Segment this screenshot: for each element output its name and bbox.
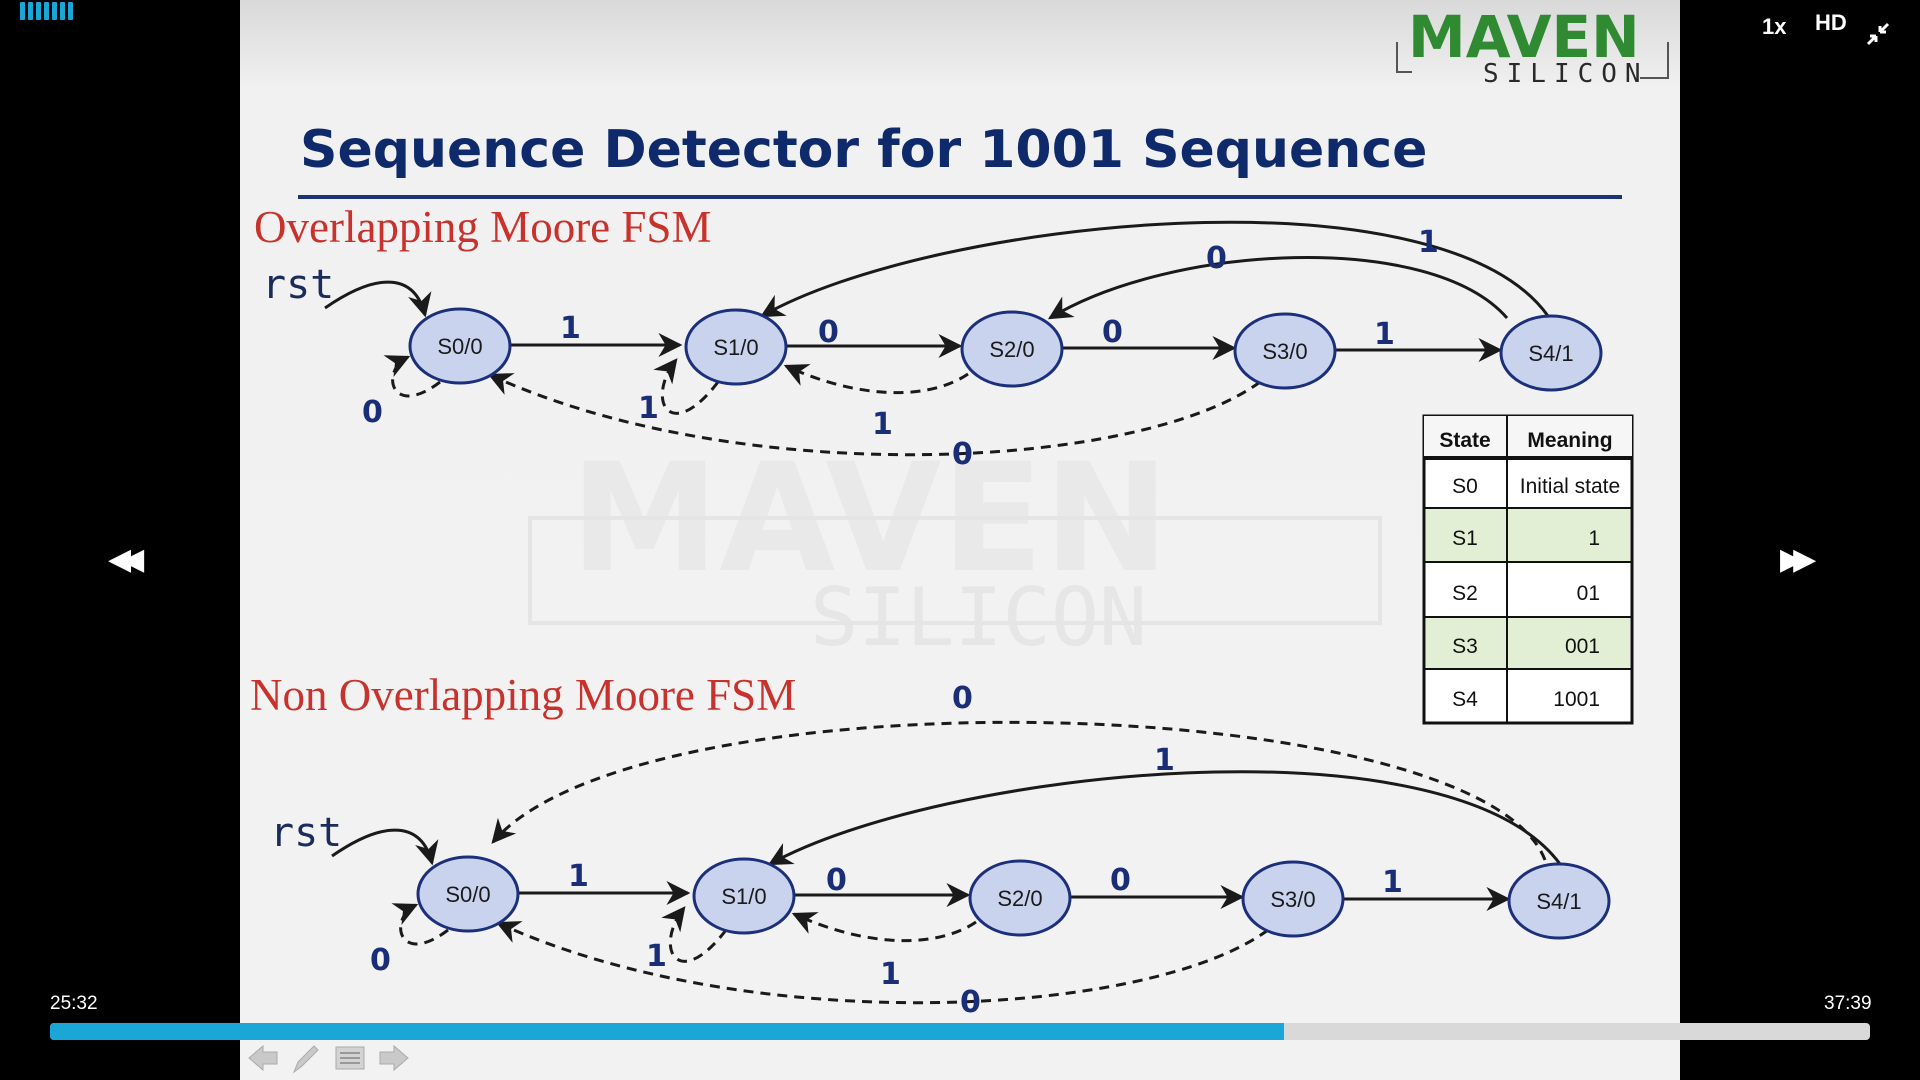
table-cell: 1001 [1553,688,1600,711]
lecture-slide: MAVEN SILICON MAVEN SILICON Sequence Det… [240,0,1680,1080]
table-header-meaning: Meaning [1527,429,1612,452]
table-header-state: State [1439,429,1490,452]
table-cell: S0 [1452,475,1478,498]
edge-label: 1 [1374,317,1395,352]
prev-slide-icon[interactable] [245,1040,281,1076]
progress-fill [50,1023,1284,1040]
edge-label: 0 [1206,241,1227,276]
table-cell: S3 [1452,635,1478,658]
rst-label-top: rst [262,262,334,308]
edge-label: 1 [880,957,901,992]
state-s1-top: S1/0 [684,308,788,386]
state-s4-top: S4/1 [1499,314,1603,392]
edge-label: 0 [960,985,981,1020]
svg-text:S2/0: S2/0 [989,337,1034,362]
state-s3-bottom: S3/0 [1241,860,1345,938]
watermark-sub: SILICON [810,571,1147,664]
svg-text:S1/0: S1/0 [721,884,766,909]
rst-label-bottom: rst [270,810,342,856]
state-s0-bottom: S0/0 [416,855,520,933]
slide-title: Sequence Detector for 1001 Sequence [300,120,1427,180]
table-cell: 01 [1577,582,1600,605]
playback-speed-button[interactable]: 1x [1762,14,1786,40]
state-s2-bottom: S2/0 [968,859,1072,937]
edge-label: 1 [872,407,893,442]
state-s2-top: S2/0 [960,310,1064,388]
edge-label: 0 [1102,315,1123,350]
edge-label: 0 [818,315,839,350]
table-cell: S2 [1452,582,1478,605]
fast-forward-icon[interactable]: ▶▶ [1780,542,1816,577]
speed-bars-icon[interactable] [20,2,73,20]
overlap-heading: Overlapping Moore FSM [254,202,711,252]
table-cell: S1 [1452,527,1478,550]
pen-icon[interactable] [288,1040,324,1076]
edge-label: 1 [646,939,667,974]
svg-text:S3/0: S3/0 [1262,339,1307,364]
slide-canvas: MAVEN SILICON MAVEN SILICON Sequence Det… [250,3,1669,1045]
video-player[interactable]: MAVEN SILICON MAVEN SILICON Sequence Det… [0,0,1920,1080]
table-cell: 1 [1588,527,1600,550]
state-s1-bottom: S1/0 [692,857,796,935]
edge-label: 0 [952,681,973,716]
state-table: State Meaning S0 Initial state S1 1 S2 0… [1422,414,1634,725]
exit-fullscreen-icon[interactable] [1864,20,1892,48]
quality-button[interactable]: HD [1815,10,1847,36]
edge-label: 1 [638,391,659,426]
edge-label: 0 [826,863,847,898]
edge-label: 1 [1418,225,1439,260]
edge-label: 0 [1110,863,1131,898]
edge-label: 1 [1154,743,1175,778]
edge-label: 1 [560,311,581,346]
svg-text:S1/0: S1/0 [713,335,758,360]
progress-bar[interactable] [50,1023,1870,1040]
state-s4-bottom: S4/1 [1507,862,1611,940]
current-time: 25:32 [50,993,98,1014]
svg-text:S4/1: S4/1 [1536,889,1581,914]
svg-text:S0/0: S0/0 [445,882,490,907]
logo-text-silicon: SILICON [1483,59,1649,89]
rewind-icon[interactable]: ◀◀ [108,542,144,577]
table-cell: S4 [1452,688,1478,711]
nonoverlap-heading: Non Overlapping Moore FSM [250,670,796,720]
edge-label: 0 [362,395,383,430]
state-s0-top: S0/0 [408,307,512,385]
svg-text:S4/1: S4/1 [1528,341,1573,366]
duration: 37:39 [1824,993,1872,1014]
edge-label: 0 [370,943,391,978]
notes-icon[interactable] [332,1040,368,1076]
next-slide-icon[interactable] [376,1040,412,1076]
table-cell: 001 [1565,635,1600,658]
state-s3-top: S3/0 [1233,312,1337,390]
edge-label: 1 [1382,865,1403,900]
edge-label: 1 [568,859,589,894]
edge-label: 0 [952,437,973,472]
table-cell: Initial state [1520,475,1620,498]
svg-text:S0/0: S0/0 [437,334,482,359]
svg-text:S3/0: S3/0 [1270,887,1315,912]
svg-text:S2/0: S2/0 [997,886,1042,911]
maven-logo: MAVEN SILICON [1396,3,1669,89]
